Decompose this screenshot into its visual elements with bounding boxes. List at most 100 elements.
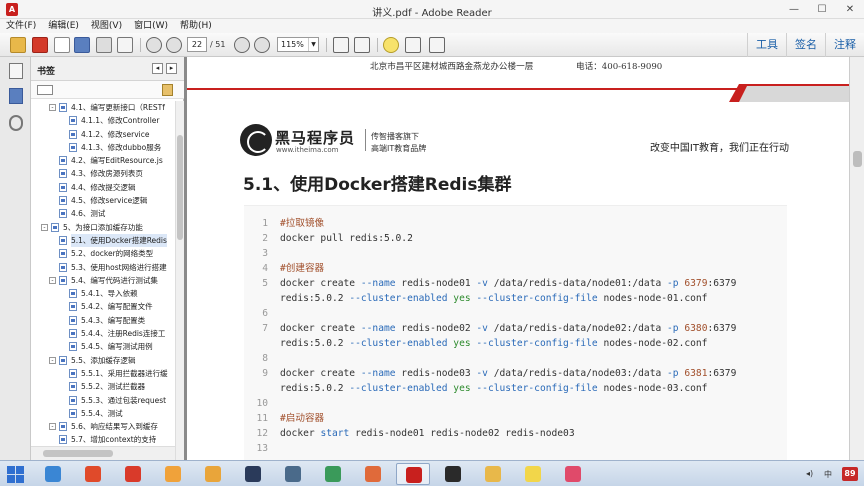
minimize-button[interactable]: — xyxy=(780,0,808,19)
scrollbar-thumb[interactable] xyxy=(853,151,862,167)
menu-bar: 文件(F) 编辑(E) 视图(V) 窗口(W) 帮助(H) xyxy=(0,19,864,33)
collapse-toggle-icon[interactable]: - xyxy=(49,356,56,364)
fit-page-icon[interactable] xyxy=(333,37,349,53)
bookmark-label: 5、为接口添加缓存功能 xyxy=(63,222,143,232)
edit-icon[interactable] xyxy=(54,37,70,53)
bookmark-item[interactable]: 5.4.1、导入依赖 xyxy=(31,287,175,300)
bookmark-item[interactable]: 5.5.2、测试拦截器 xyxy=(31,380,175,393)
bookmark-item[interactable]: 5.7、增加context的支持 xyxy=(31,433,175,446)
bookmark-item[interactable]: - 4.1、编写更新接口（RESTf xyxy=(31,101,175,114)
next-page-icon[interactable] xyxy=(166,37,182,53)
sign-button[interactable]: 签名 xyxy=(786,33,825,57)
taskbar-app-mango[interactable] xyxy=(356,463,390,485)
taskbar-app-cmd[interactable] xyxy=(436,463,470,485)
bookmark-item[interactable]: 4.4、修改提交逻辑 xyxy=(31,181,175,194)
comment-button[interactable]: 注释 xyxy=(825,33,864,57)
taskbar-app-sticky[interactable] xyxy=(516,463,550,485)
bookmark-item[interactable]: 5.1、使用Docker搭建Redis xyxy=(31,233,175,248)
taskbar-app-ie[interactable] xyxy=(36,463,70,485)
collapse-toggle-icon[interactable]: - xyxy=(49,276,56,284)
terminal-icon xyxy=(285,466,301,482)
close-button[interactable]: ✕ xyxy=(836,0,864,19)
page-thumbnails-icon[interactable] xyxy=(9,63,23,79)
previous-page-icon[interactable] xyxy=(146,37,162,53)
save-icon[interactable] xyxy=(74,37,90,53)
zoom-select[interactable]: 115% ▼ xyxy=(277,37,319,52)
taskbar-app-terminal[interactable] xyxy=(276,463,310,485)
line-number: 6 xyxy=(262,308,268,319)
ie-icon xyxy=(45,466,61,482)
bookmark-item[interactable]: 5.4.3、编写配置类 xyxy=(31,314,175,327)
highlight-icon[interactable] xyxy=(405,37,421,53)
scrollbar-thumb[interactable] xyxy=(177,135,183,240)
bookmarks-icon[interactable] xyxy=(9,88,23,104)
notification-badge[interactable]: 89 xyxy=(842,467,858,481)
options-menu-icon[interactable] xyxy=(37,85,53,95)
attachments-icon[interactable] xyxy=(9,115,23,131)
bookmark-item[interactable]: 4.1.3、修改dubbo服务 xyxy=(31,141,175,154)
bookmark-icon xyxy=(69,129,77,139)
zoom-out-icon[interactable] xyxy=(234,37,250,53)
menu-view[interactable]: 视图(V) xyxy=(91,19,122,33)
menu-help[interactable]: 帮助(H) xyxy=(180,19,212,33)
windows-start-icon[interactable] xyxy=(7,466,24,483)
bookmark-item[interactable]: - 5.4、编写代码进行测试集 xyxy=(31,274,175,287)
create-pdf-icon[interactable] xyxy=(32,37,48,53)
bookmark-icon xyxy=(59,103,67,112)
taskbar-app-rainbow[interactable] xyxy=(156,463,190,485)
taskbar-app-chrome[interactable] xyxy=(76,463,110,485)
collapse-toggle-icon[interactable]: - xyxy=(49,104,56,111)
zoom-in-icon[interactable] xyxy=(254,37,270,53)
bookmark-item[interactable]: 4.5、修改service逻辑 xyxy=(31,194,175,207)
bookmark-item[interactable]: 4.3、修改房源列表页 xyxy=(31,167,175,180)
collapse-toggle-icon[interactable]: - xyxy=(41,223,48,231)
scrollbar-thumb[interactable] xyxy=(43,450,113,457)
speaker-icon[interactable]: ◂) xyxy=(806,469,813,478)
bookmark-item[interactable]: 4.1.2、修改service xyxy=(31,128,175,141)
bookmark-item[interactable]: 5.3、使用host网络进行搭建 xyxy=(31,261,175,274)
menu-window[interactable]: 窗口(W) xyxy=(134,19,168,33)
bookmark-item[interactable]: 5.2、docker的网络类型 xyxy=(31,247,175,260)
fit-width-icon[interactable] xyxy=(354,37,370,53)
taskbar-app-adobe-reader[interactable] xyxy=(396,463,430,485)
print-icon[interactable] xyxy=(96,37,112,53)
open-icon[interactable] xyxy=(10,37,26,53)
bookmark-item[interactable]: 5.5.4、测试 xyxy=(31,407,175,420)
bookmark-item[interactable]: 5.5.1、采用拦截器进行缓 xyxy=(31,367,175,380)
taskbar-app-notepad[interactable] xyxy=(196,463,230,485)
bookmark-item[interactable]: 4.2、编写EditResource.js xyxy=(31,154,175,167)
bookmark-label: 5.4.3、编写配置类 xyxy=(81,315,146,325)
bookmarks-scrollbar[interactable] xyxy=(175,101,184,460)
code-token: redis-node02 xyxy=(395,323,477,334)
taskbar-app-fruit[interactable] xyxy=(476,463,510,485)
maximize-button[interactable]: ☐ xyxy=(808,0,836,19)
taskbar-app-pen[interactable] xyxy=(556,463,590,485)
comment-icon[interactable] xyxy=(383,37,399,53)
bookmark-item[interactable]: - 5.6、响应结果写入到缓存 xyxy=(31,420,175,433)
page-number-input[interactable]: 22 xyxy=(187,37,207,52)
document-scrollbar[interactable] xyxy=(849,57,864,460)
menu-file[interactable]: 文件(F) xyxy=(6,19,36,33)
expand-panel-icon[interactable]: ▸ xyxy=(166,63,177,74)
bookmark-icon xyxy=(69,142,77,152)
new-bookmark-icon[interactable] xyxy=(162,84,173,96)
bookmark-item[interactable]: 5.4.2、编写配置文件 xyxy=(31,300,175,313)
bookmark-item[interactable]: - 5、为接口添加缓存功能 xyxy=(31,221,175,234)
sign-icon[interactable] xyxy=(429,37,445,53)
collapse-panel-icon[interactable]: ◂ xyxy=(152,63,163,74)
bookmarks-horizontal-scrollbar[interactable] xyxy=(31,446,175,460)
tools-button[interactable]: 工具 xyxy=(747,33,786,57)
bookmark-item[interactable]: 5.5.3、通过包装request xyxy=(31,394,175,407)
bookmark-item[interactable]: - 5.5、添加缓存逻辑 xyxy=(31,354,175,367)
bookmark-item[interactable]: 4.6、测试 xyxy=(31,207,175,220)
input-language[interactable]: 中 xyxy=(824,469,832,480)
email-icon[interactable] xyxy=(117,37,133,53)
taskbar-app-xmind[interactable] xyxy=(116,463,150,485)
bookmark-item[interactable]: 5.4.5、编写测试用例 xyxy=(31,340,175,353)
bookmark-item[interactable]: 5.4.4、注册Redis连接工 xyxy=(31,327,175,340)
taskbar-app-screen[interactable] xyxy=(316,463,350,485)
bookmark-item[interactable]: 4.1.1、修改Controller xyxy=(31,114,175,127)
taskbar-app-intellij[interactable] xyxy=(236,463,270,485)
menu-edit[interactable]: 编辑(E) xyxy=(48,19,79,33)
collapse-toggle-icon[interactable]: - xyxy=(49,423,56,431)
